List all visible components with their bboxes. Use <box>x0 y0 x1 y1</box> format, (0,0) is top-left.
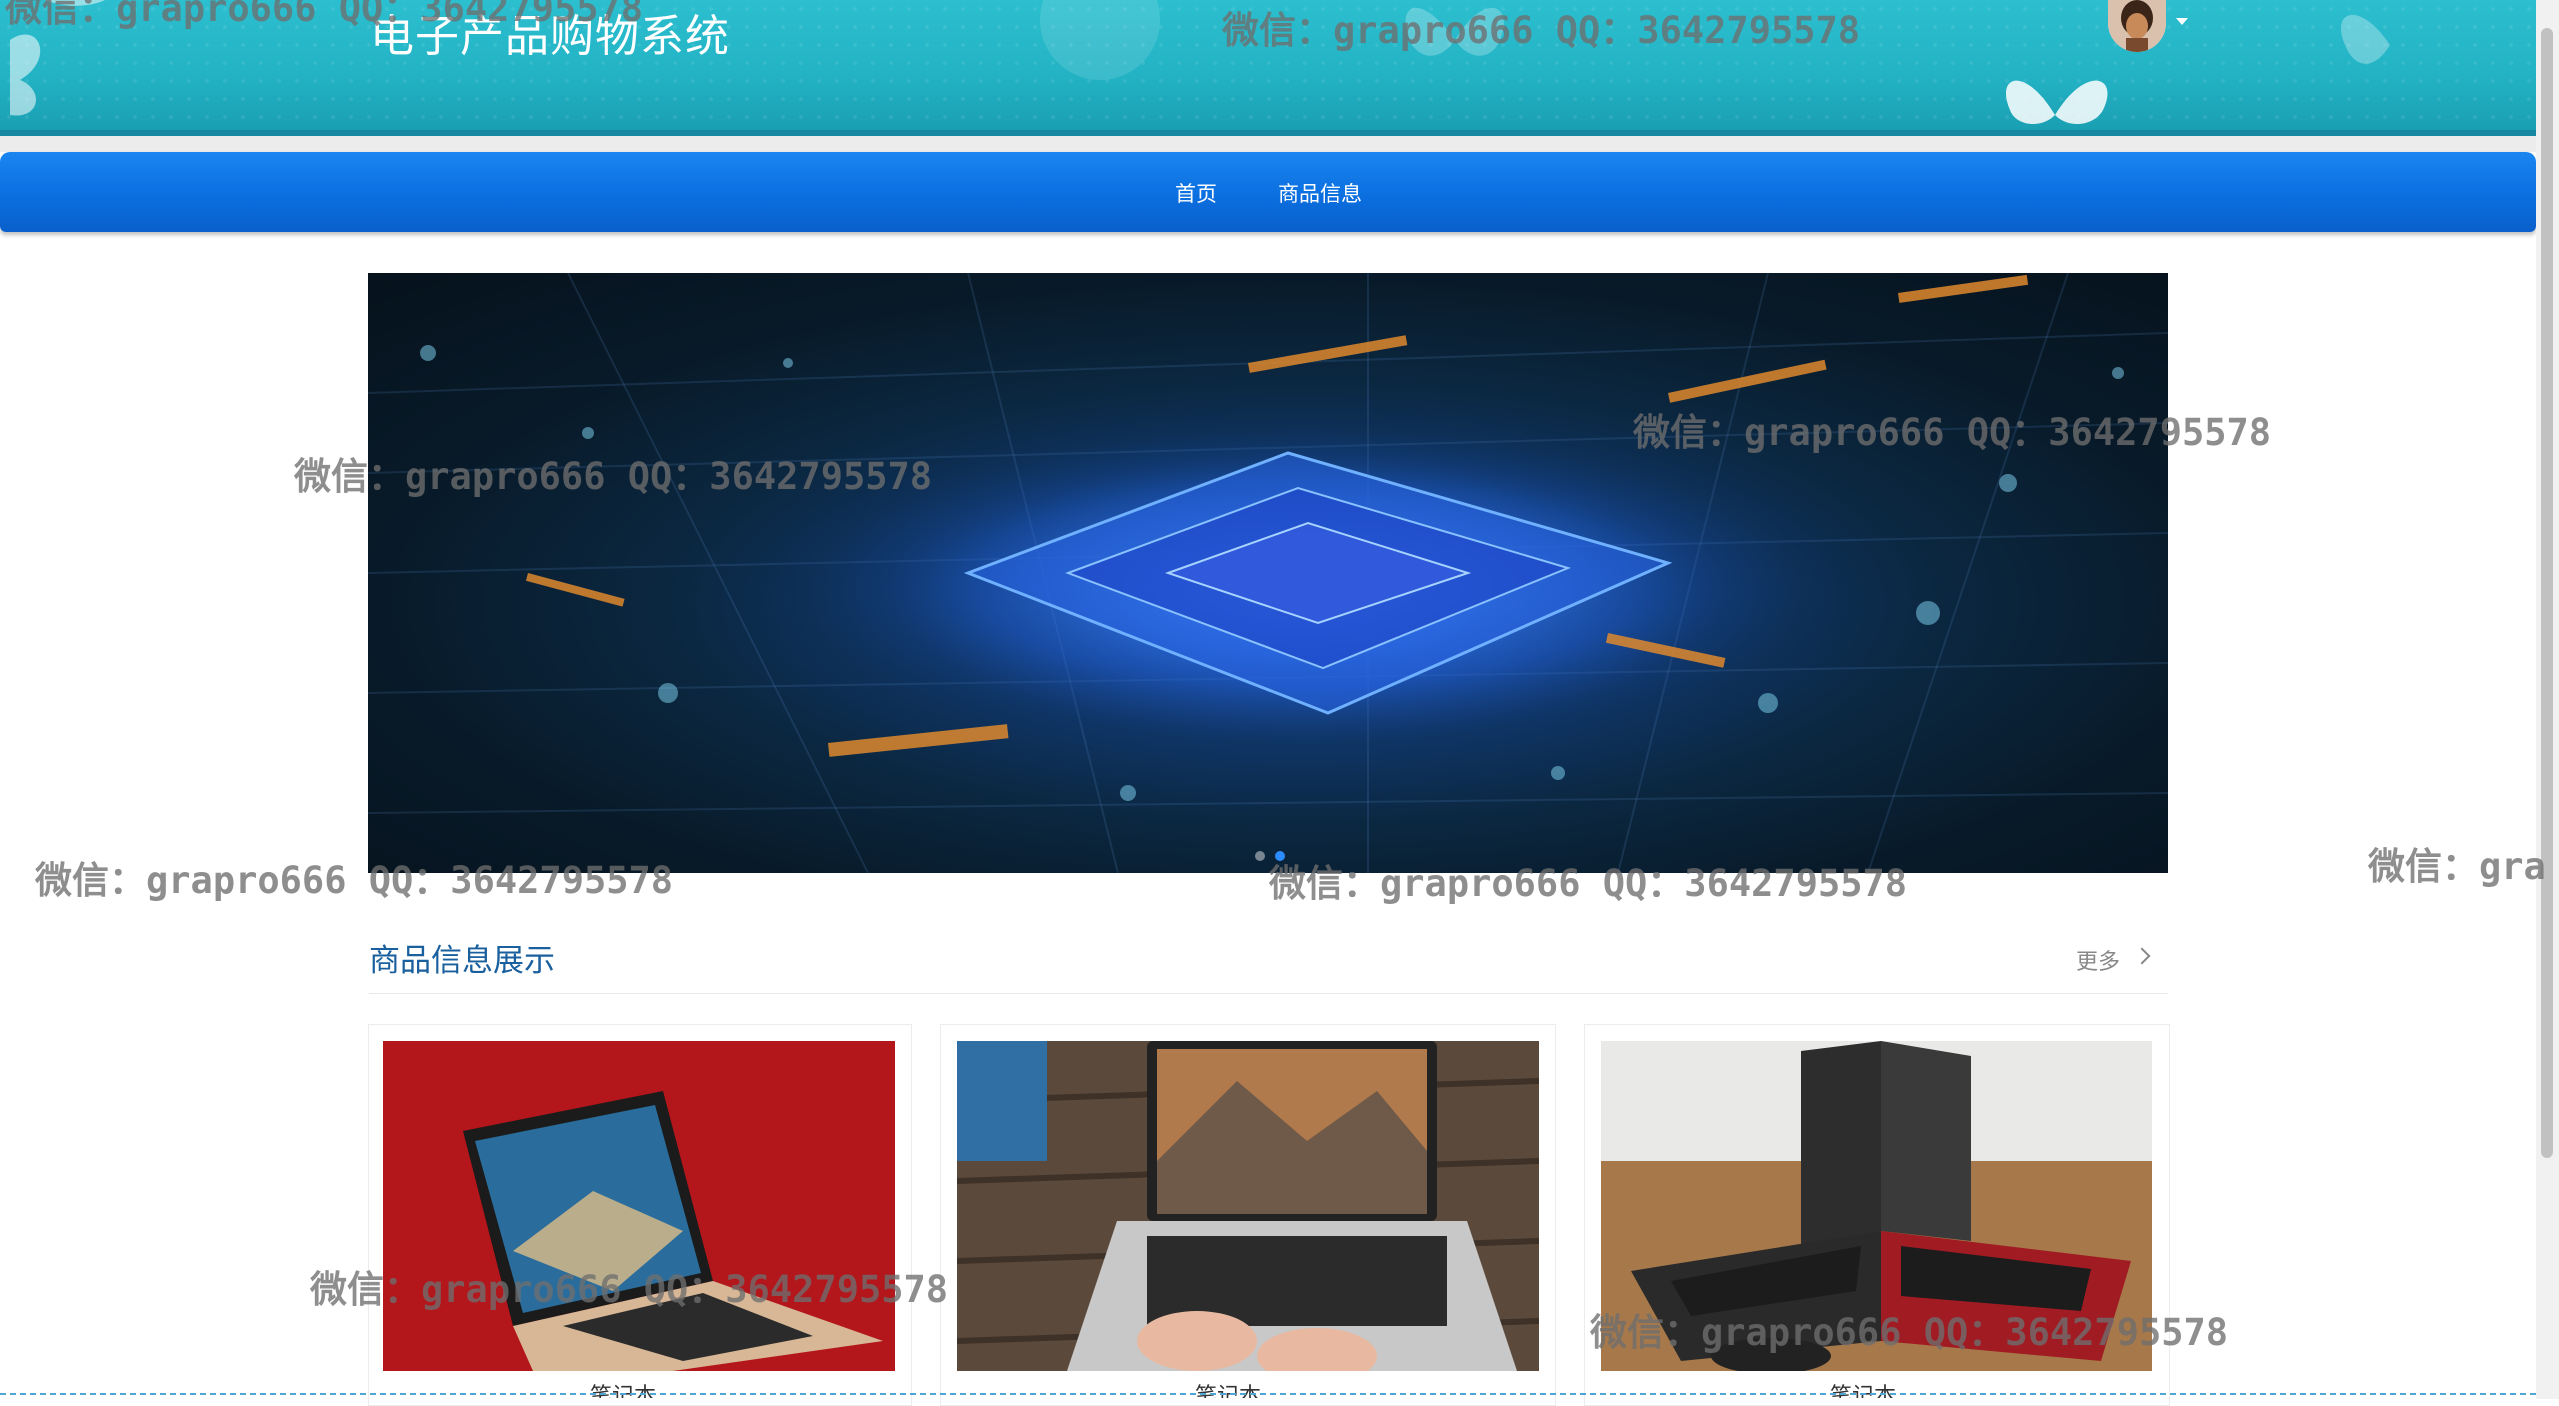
watermark: 微信：grapro666 QQ：3642795578 <box>1590 1311 2229 1354</box>
carousel-dot[interactable] <box>1255 851 1265 861</box>
page-scrollbar[interactable] <box>2536 0 2559 1399</box>
banner-chip-image <box>368 273 2168 873</box>
chevron-right-icon[interactable] <box>2133 947 2151 965</box>
butterfly-icon <box>1040 0 1160 80</box>
banner-carousel[interactable] <box>368 273 2168 873</box>
laptop-image <box>957 1041 1539 1371</box>
product-image[interactable] <box>957 1041 1539 1371</box>
product-name[interactable]: 笔记本 <box>590 1378 656 1398</box>
watermark: 微信：grapro666 QQ：3642795578 <box>1269 862 1908 905</box>
more-link[interactable]: 更多 <box>2076 944 2120 976</box>
butterfly-icon <box>2006 80 2108 125</box>
watermark: 微信：grapro666 QQ：3642795578 <box>310 1268 949 1311</box>
scrollbar-thumb[interactable] <box>2541 28 2553 1158</box>
laptop-image <box>383 1041 895 1371</box>
product-image[interactable] <box>383 1041 895 1371</box>
footer-divider <box>0 1393 2536 1395</box>
watermark: 微信：grapro666 QQ：3642795578 <box>1222 9 1861 52</box>
chevron-down-icon[interactable] <box>2176 18 2188 25</box>
nav-item-home[interactable]: 首页 <box>1175 178 1217 208</box>
watermark: 微信：grapro666 QQ：3642795578 <box>5 0 644 30</box>
section-title: 商品信息展示 <box>369 943 555 979</box>
butterfly-icon <box>2341 14 2390 64</box>
nav-item-products[interactable]: 商品信息 <box>1278 178 1362 208</box>
product-card[interactable] <box>368 1024 912 1406</box>
product-name[interactable]: 笔记本 <box>1830 1378 1896 1398</box>
watermark: 微信：grapro666 QQ：3642795578 <box>35 859 674 902</box>
section-divider <box>369 993 2168 994</box>
main-navigation: 首页 商品信息 <box>0 152 2536 232</box>
product-card[interactable] <box>940 1024 1556 1406</box>
watermark: 微信：grapro666 QQ：3642795578 <box>294 455 933 498</box>
product-name[interactable]: 笔记本 <box>1195 1378 1261 1398</box>
watermark: 微信：gra <box>2368 845 2546 888</box>
header-divider <box>0 136 2536 152</box>
watermark: 微信：grapro666 QQ：3642795578 <box>1633 411 2272 454</box>
